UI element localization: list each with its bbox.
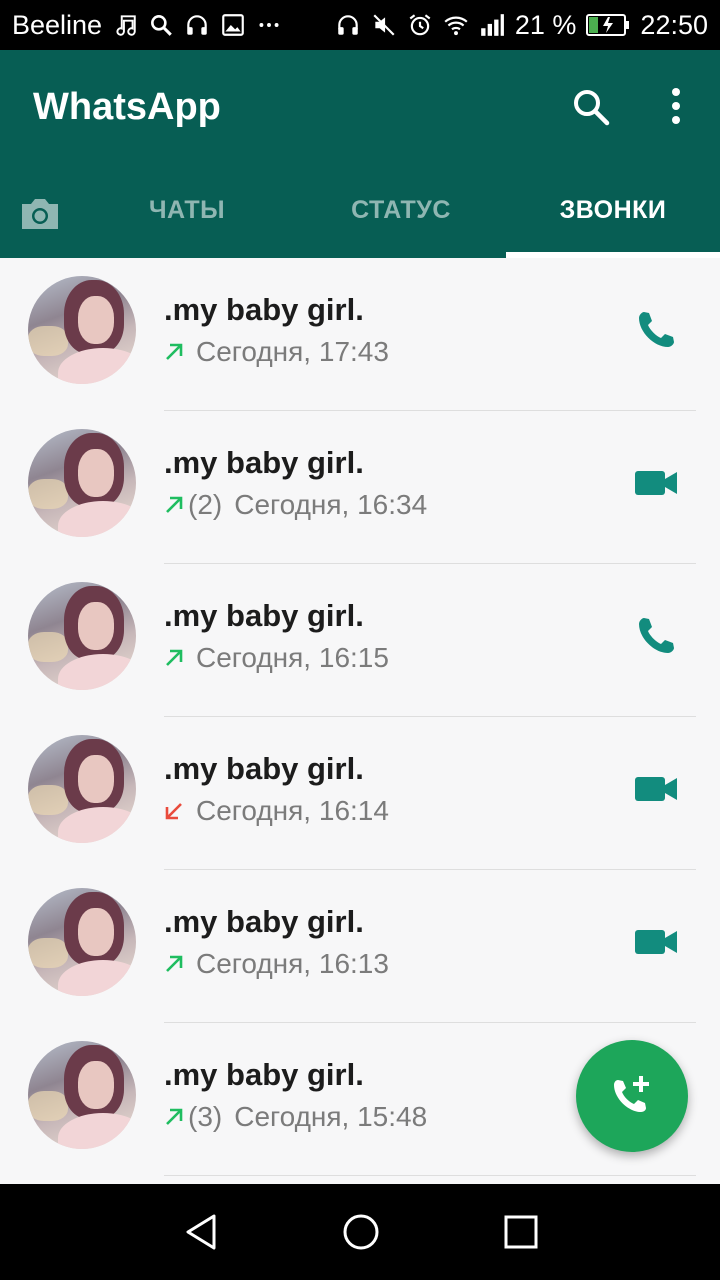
call-row[interactable]: .my baby girl. Сегодня, 16:14 (0, 717, 720, 870)
app-bar: WhatsApp ЧАТЫ СТАТУС ЗВОНКИ (0, 50, 720, 258)
video-call-icon[interactable] (632, 918, 680, 966)
search-status-icon (148, 12, 174, 38)
call-row[interactable]: .my baby girl. Сегодня, 17:43 (0, 258, 720, 411)
call-count: (2) (188, 489, 223, 520)
outgoing-arrow-icon (166, 496, 183, 513)
avatar[interactable] (28, 1041, 136, 1149)
tab-status[interactable]: СТАТУС (296, 196, 506, 225)
contact-name: .my baby girl. (164, 904, 364, 939)
wifi-icon (443, 12, 469, 38)
missed-arrow-icon (165, 803, 182, 820)
headset-icon (184, 12, 210, 38)
call-meta: Сегодня, 16:13 (162, 948, 389, 980)
call-time: Сегодня, 16:13 (196, 948, 389, 979)
add-call-icon (614, 1076, 649, 1112)
more-notifications-icon (256, 12, 282, 38)
call-meta: (3) Сегодня, 15:48 (162, 1101, 427, 1133)
call-count: (3) (188, 1101, 223, 1132)
contact-name: .my baby girl. (164, 445, 364, 480)
avatar[interactable] (28, 276, 136, 384)
back-icon[interactable] (182, 1212, 222, 1252)
voice-call-icon[interactable] (632, 612, 680, 660)
music-icon (112, 12, 138, 38)
call-row[interactable]: .my baby girl. (2) Сегодня, 16:34 (0, 411, 720, 564)
call-meta: Сегодня, 16:14 (162, 795, 389, 827)
navigation-bar (0, 1184, 720, 1280)
call-row[interactable]: .my baby girl. Сегодня, 16:15 (0, 564, 720, 717)
call-meta: (2) Сегодня, 16:34 (162, 489, 427, 521)
signal-icon (479, 12, 505, 38)
status-bar: Beeline 21 % 22:50 (0, 0, 720, 50)
app-title: WhatsApp (33, 86, 221, 128)
search-icon[interactable] (568, 84, 614, 130)
call-time: Сегодня, 15:48 (234, 1101, 428, 1132)
carrier-label: Beeline (12, 9, 103, 40)
outgoing-arrow-icon (166, 955, 183, 972)
more-vert-icon[interactable] (656, 84, 696, 130)
contact-name: .my baby girl. (164, 1057, 364, 1092)
camera-icon[interactable] (18, 192, 62, 236)
recents-icon[interactable] (501, 1212, 541, 1252)
contact-name: .my baby girl. (164, 751, 364, 786)
new-call-button[interactable] (576, 1040, 688, 1152)
battery-percent: 21 % (514, 9, 577, 40)
avatar[interactable] (28, 429, 136, 537)
avatar[interactable] (28, 582, 136, 690)
call-meta: Сегодня, 17:43 (162, 336, 389, 368)
alarm-icon (407, 12, 433, 38)
call-time: Сегодня, 17:43 (196, 336, 389, 367)
call-time: Сегодня, 16:15 (196, 642, 389, 673)
call-time: Сегодня, 16:14 (196, 795, 389, 826)
tab-chats[interactable]: ЧАТЫ (78, 196, 296, 225)
vibrate-off-icon (371, 12, 397, 38)
call-meta: Сегодня, 16:15 (162, 642, 389, 674)
tab-bar: ЧАТЫ СТАТУС ЗВОНКИ (0, 174, 720, 258)
outgoing-arrow-icon (166, 1108, 183, 1125)
outgoing-arrow-icon (166, 649, 183, 666)
outgoing-arrow-icon (166, 343, 183, 360)
clock: 22:50 (640, 9, 708, 40)
divider (164, 1175, 696, 1176)
contact-name: .my baby girl. (164, 598, 364, 633)
call-row[interactable]: .my baby girl. Сегодня, 16:13 (0, 870, 720, 1023)
call-time: Сегодня, 16:34 (234, 489, 428, 520)
tab-calls[interactable]: ЗВОНКИ (506, 196, 720, 225)
avatar[interactable] (28, 888, 136, 996)
video-call-icon[interactable] (632, 459, 680, 507)
contact-name: .my baby girl. (164, 292, 364, 327)
headphones-icon (335, 12, 361, 38)
voice-call-icon[interactable] (632, 306, 680, 354)
home-icon[interactable] (341, 1212, 381, 1252)
avatar[interactable] (28, 735, 136, 843)
battery-icon (586, 12, 630, 38)
video-call-icon[interactable] (632, 765, 680, 813)
gallery-icon (220, 12, 246, 38)
